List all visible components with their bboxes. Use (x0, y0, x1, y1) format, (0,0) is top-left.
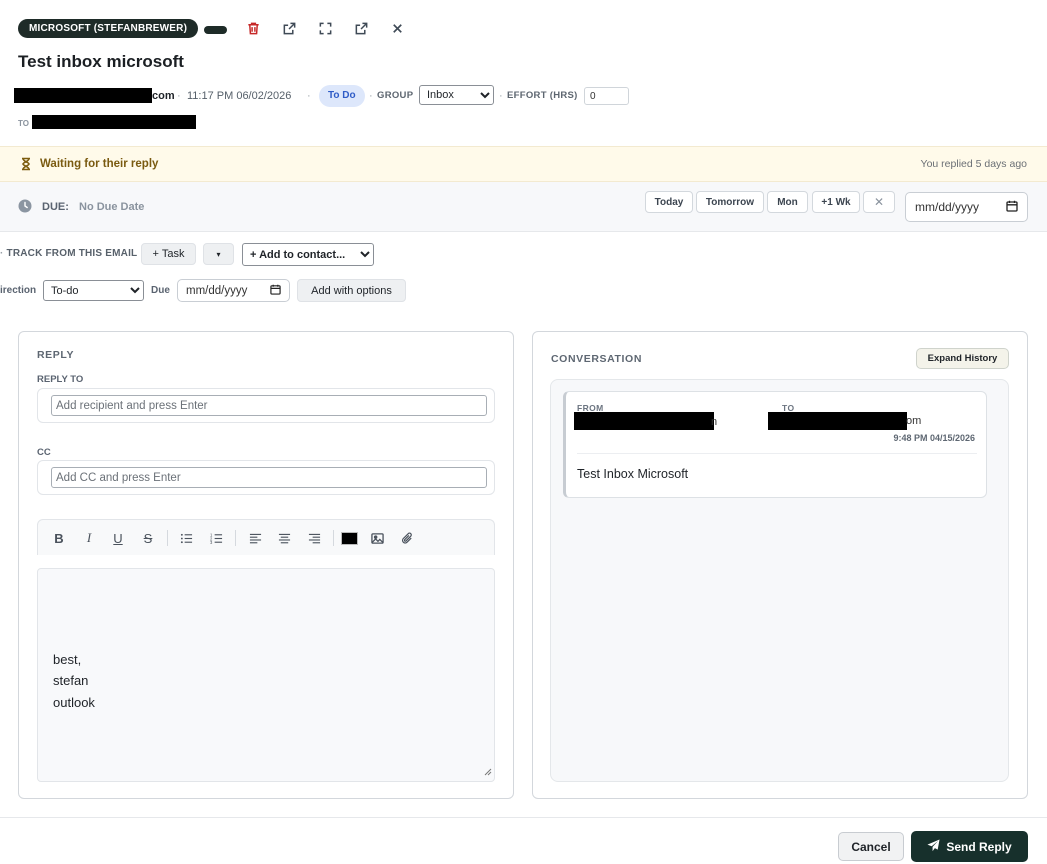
waiting-banner: Waiting for their reply You replied 5 da… (0, 146, 1047, 182)
strikethrough-button[interactable]: S (139, 529, 157, 547)
align-right-icon[interactable] (305, 529, 323, 547)
cc-field (37, 460, 495, 495)
reply-editor[interactable]: best, stefan outlook (37, 568, 495, 782)
due-today-button[interactable]: Today (645, 191, 693, 213)
meta-separator: · (369, 90, 373, 102)
underline-button[interactable]: U (109, 529, 127, 547)
editor-toolbar: B I U S 123 (37, 519, 495, 555)
toolbar-separator (333, 530, 334, 546)
sender-suffix: com (152, 90, 175, 102)
account-badge[interactable]: MICROSOFT (STEFANBREWER) (18, 19, 199, 38)
send-reply-button[interactable]: Send Reply (911, 831, 1028, 862)
redacted-sender (14, 88, 152, 103)
fullscreen-icon[interactable] (315, 18, 335, 38)
track-due-placeholder: mm/dd/yyyy (186, 284, 248, 297)
editor-line: best, (53, 652, 82, 667)
replied-time: You replied 5 days ago (920, 158, 1027, 170)
email-subject: Test inbox microsoft (18, 52, 184, 71)
align-left-icon[interactable] (246, 529, 264, 547)
due-value: No Due Date (79, 201, 145, 213)
bold-button[interactable]: B (50, 529, 68, 547)
waiting-text: Waiting for their reply (40, 158, 159, 170)
due-next-week-button[interactable]: +1 Wk (812, 191, 860, 213)
toolbar-separator (167, 530, 168, 546)
group-label: GROUP (377, 90, 414, 101)
delete-icon[interactable] (243, 18, 263, 38)
track-due-label: Due (151, 285, 170, 296)
attachment-icon[interactable] (398, 529, 416, 547)
calendar-icon[interactable] (1006, 200, 1018, 215)
from-suffix: n (711, 416, 718, 428)
track-due-input[interactable]: mm/dd/yyyy (177, 279, 290, 302)
group-select[interactable]: Inbox (419, 85, 494, 105)
hourglass-icon (20, 157, 32, 174)
image-icon[interactable] (368, 529, 386, 547)
effort-input[interactable] (584, 87, 629, 105)
editor-line: stefan (53, 673, 89, 688)
reply-title: REPLY (37, 349, 75, 361)
to-label: TO (18, 119, 29, 128)
resize-handle-icon[interactable] (484, 765, 492, 779)
add-to-contact-select[interactable]: + Add to contact... (242, 243, 374, 266)
to-suffix: om (906, 415, 922, 427)
italic-button[interactable]: I (80, 529, 98, 547)
add-task-button[interactable]: + Task (141, 243, 196, 265)
meta-separator: · (307, 90, 311, 102)
popout-icon[interactable] (351, 18, 371, 38)
meta-separator: · (499, 90, 503, 102)
reply-to-input[interactable] (51, 395, 487, 416)
clear-due-button[interactable]: ✕ (863, 191, 895, 213)
align-center-icon[interactable] (275, 529, 293, 547)
due-tomorrow-button[interactable]: Tomorrow (696, 191, 764, 213)
due-monday-button[interactable]: Mon (767, 191, 808, 213)
reply-to-label: REPLY TO (37, 374, 84, 385)
redacted-from (574, 412, 714, 430)
cc-label: CC (37, 447, 51, 458)
add-with-options-button[interactable]: Add with options (297, 279, 406, 302)
track-label: · TRACK FROM THIS EMAIL (0, 248, 138, 259)
editor-line: outlook (53, 695, 95, 710)
bullet-list-icon[interactable] (177, 529, 195, 547)
status-badge[interactable]: To Do (319, 85, 365, 107)
calendar-icon[interactable] (270, 284, 281, 298)
effort-label: EFFORT (HRS) (507, 90, 578, 101)
expand-history-button[interactable]: Expand History (916, 348, 1009, 369)
cancel-button[interactable]: Cancel (838, 832, 904, 861)
message-body: Test Inbox Microsoft (577, 467, 689, 481)
meta-separator: · (177, 90, 181, 102)
toolbar-separator (235, 530, 236, 546)
send-reply-label: Send Reply (946, 839, 1012, 854)
clock-icon (18, 199, 32, 216)
close-icon[interactable] (387, 18, 407, 38)
text-color-swatch[interactable] (340, 529, 358, 547)
color-tag[interactable] (204, 26, 227, 34)
redacted-recipient (32, 115, 196, 129)
cc-input[interactable] (51, 467, 487, 488)
send-icon (927, 838, 940, 855)
message-card[interactable]: FROM n TO om 9:48 PM 04/15/2026 Test Inb… (563, 391, 987, 498)
message-divider (577, 453, 977, 454)
due-date-placeholder: mm/dd/yyyy (915, 200, 980, 214)
task-options-button[interactable]: ▾ (203, 243, 234, 265)
sent-time: 11:17 PM 06/02/2026 (187, 90, 292, 102)
redacted-to (768, 412, 907, 430)
reply-to-field (37, 388, 495, 423)
open-external-icon[interactable] (279, 18, 299, 38)
svg-text:3: 3 (210, 540, 213, 545)
message-time: 9:48 PM 04/15/2026 (893, 433, 975, 443)
footer-divider (0, 817, 1047, 818)
numbered-list-icon[interactable]: 123 (207, 529, 225, 547)
conversation-title: CONVERSATION (551, 353, 643, 365)
due-date-input[interactable]: mm/dd/yyyy (905, 192, 1028, 222)
due-label: DUE: (42, 201, 69, 213)
direction-label: irection (0, 285, 37, 296)
direction-select[interactable]: To-do (43, 280, 144, 301)
